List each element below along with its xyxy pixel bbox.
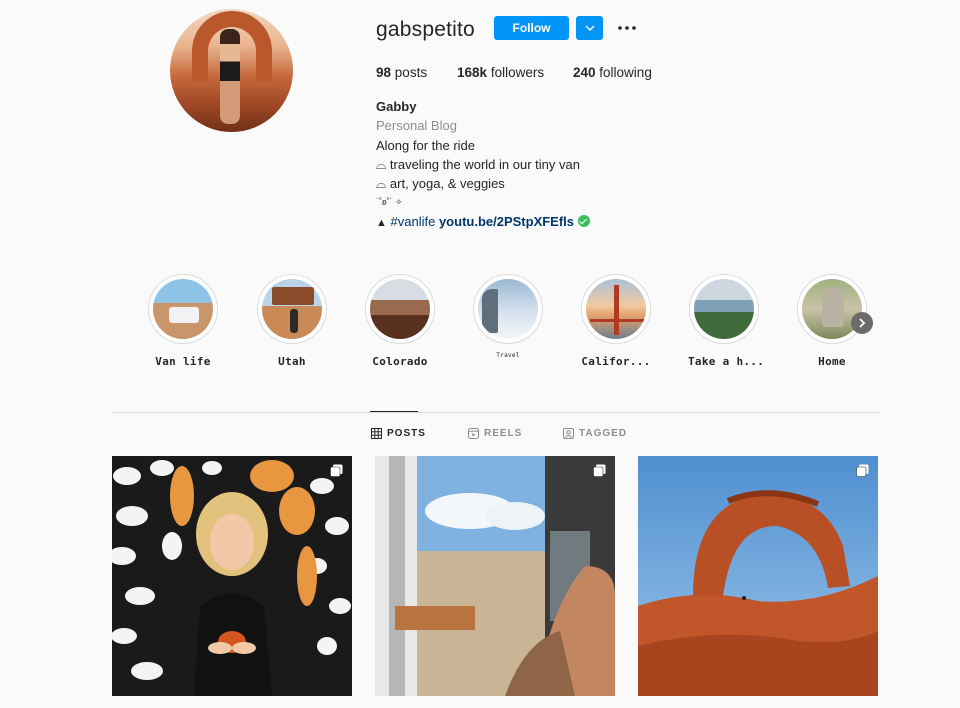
highlight-take-a-hike[interactable]: Take a h... xyxy=(688,274,765,374)
highlight-van-life[interactable]: Van life xyxy=(147,274,219,374)
buddha-statue-shape xyxy=(822,287,844,327)
highlight-cover xyxy=(478,279,538,339)
ellipsis-icon xyxy=(618,26,636,30)
bio-line-3: ⌓ art, yoga, & veggies xyxy=(376,176,505,192)
bio-category: Personal Blog xyxy=(376,118,457,134)
highlight-ring xyxy=(257,274,327,344)
profile-avatar[interactable] xyxy=(170,9,293,132)
highlight-cover xyxy=(694,279,754,339)
post-thumbnail-1[interactable] xyxy=(112,456,352,696)
bio-line-5: ▲ #vanlife youtu.be/2PStpXFEfls xyxy=(376,212,590,233)
post-image-van-door-view xyxy=(375,456,615,696)
reels-icon xyxy=(468,428,479,439)
followers-count: 168k xyxy=(457,65,488,80)
tab-label: REELS xyxy=(484,428,523,439)
followers-stat[interactable]: 168k followers xyxy=(457,65,544,80)
grid-icon xyxy=(371,428,382,439)
highlight-travel[interactable]: Travel xyxy=(472,274,544,374)
highlight-california[interactable]: Califor... xyxy=(580,274,652,374)
highlight-ring xyxy=(365,274,435,344)
highlight-label: Home xyxy=(818,355,846,368)
post-thumbnail-3[interactable] xyxy=(638,456,878,696)
highlights-next-button[interactable] xyxy=(851,312,873,334)
highlight-label: Travel xyxy=(496,352,520,359)
highlight-label: Van life xyxy=(155,355,211,368)
multiple-photos-icon xyxy=(856,464,869,477)
tab-label: POSTS xyxy=(387,428,426,439)
highlight-label: Utah xyxy=(278,355,306,368)
verified-link-icon xyxy=(577,215,590,228)
bio-line-2: ⌓ traveling the world in our tiny van xyxy=(376,156,580,172)
tab-tagged[interactable]: TAGGED xyxy=(563,428,627,439)
highlight-cover xyxy=(370,279,430,339)
bridge-tower-shape xyxy=(614,285,619,335)
posts-count: 98 xyxy=(376,65,392,80)
mountain-icon: ▲ xyxy=(376,217,387,230)
more-options-button[interactable] xyxy=(616,16,638,40)
following-label: following xyxy=(599,65,652,80)
active-tab-indicator xyxy=(370,411,418,412)
highlight-ring xyxy=(797,274,867,344)
suggested-dropdown-button[interactable] xyxy=(576,16,603,40)
post-thumbnail-2[interactable] xyxy=(375,456,615,696)
highlight-ring xyxy=(689,274,759,344)
avatar-person-shape xyxy=(220,29,240,124)
bio-line-4: ˙˚ʚ˚˙ ✧ xyxy=(376,197,403,208)
following-count: 240 xyxy=(573,65,596,80)
follow-button[interactable]: Follow xyxy=(494,16,569,40)
highlight-cover xyxy=(586,279,646,339)
highlight-label: Califor... xyxy=(581,355,651,368)
highlight-ring xyxy=(148,274,218,344)
van-shape xyxy=(169,307,199,323)
post-image-butterfly-wall xyxy=(112,456,352,696)
highlight-label: Take a h... xyxy=(688,355,765,368)
chevron-right-icon xyxy=(859,318,866,328)
tab-posts[interactable]: POSTS xyxy=(371,428,426,439)
sign-shape xyxy=(272,287,314,305)
bio-line-1: Along for the ride xyxy=(376,137,476,153)
profile-bio: Gabby Personal Blog Along for the ride ⌓… xyxy=(376,97,590,234)
followers-label: followers xyxy=(490,65,545,80)
following-stat[interactable]: 240 following xyxy=(573,65,652,80)
multiple-photos-icon xyxy=(330,464,343,477)
airplane-wing-shape xyxy=(482,289,498,333)
posts-stat: 98 posts xyxy=(376,65,427,80)
highlight-utah[interactable]: Utah xyxy=(256,274,328,374)
post-image-delicate-arch xyxy=(638,456,878,696)
vanlife-hashtag[interactable]: #vanlife xyxy=(391,214,436,229)
highlight-cover xyxy=(153,279,213,339)
people-shape xyxy=(290,309,298,333)
multiple-photos-icon xyxy=(593,464,606,477)
tab-label: TAGGED xyxy=(579,428,628,439)
highlight-ring xyxy=(473,274,543,344)
tagged-icon xyxy=(563,428,574,439)
highlight-colorado[interactable]: Colorado xyxy=(364,274,436,374)
bridge-deck-shape xyxy=(590,319,646,322)
profile-username: gabspetito xyxy=(376,18,475,41)
tabs-divider xyxy=(112,412,880,413)
youtube-link[interactable]: youtu.be/2PStpXFEfls xyxy=(439,214,574,229)
chevron-down-icon xyxy=(585,25,594,31)
bio-name: Gabby xyxy=(376,99,417,114)
tab-reels[interactable]: REELS xyxy=(468,428,522,439)
highlight-ring xyxy=(581,274,651,344)
highlight-cover xyxy=(262,279,322,339)
posts-label: posts xyxy=(394,65,428,80)
highlight-label: Colorado xyxy=(372,355,428,368)
